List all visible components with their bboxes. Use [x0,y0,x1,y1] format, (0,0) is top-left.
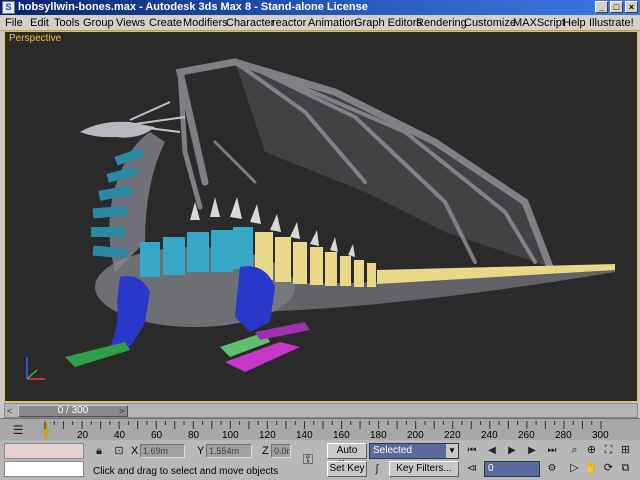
maxscript-listener-output[interactable] [4,443,84,459]
track-ticks [44,421,602,429]
y-coord-field[interactable]: 1.554m [206,444,252,458]
minimize-button[interactable]: _ [595,1,608,13]
status-prompt: Click and drag to select and move object… [93,466,279,477]
key-filters-button[interactable]: Key Filters... [389,461,459,477]
close-button[interactable]: × [625,1,638,13]
pan-icon[interactable]: ✋ [584,461,599,476]
z-label: Z [262,445,269,457]
axis-gizmo [26,357,45,380]
menu-edit[interactable]: Edit [30,16,49,30]
menu-create[interactable]: Create [149,16,182,30]
x-coord-field[interactable]: 1.69m [140,444,185,458]
time-slider-next-icon[interactable]: > [119,406,129,416]
menu-maxscript[interactable]: MAXScript [513,16,565,30]
key-mode-toggle-icon[interactable]: ⧏ [464,461,480,477]
menu-modifiers[interactable]: Modifiers [183,16,228,30]
dropdown-arrow-icon[interactable]: ▼ [446,444,458,458]
menu-graph-editors[interactable]: Graph Editors [354,16,422,30]
menu-help[interactable]: Help [563,16,586,30]
x-label: X [131,445,139,457]
menu-group[interactable]: Group [83,16,114,30]
key-mode-selected: Selected [373,445,412,456]
menu-file[interactable]: File [5,16,23,30]
y-label: Y [197,445,205,457]
menu-reactor[interactable]: reactor [272,16,306,30]
status-panel: 🔒︎ ⊡ X 1.69m Y 1.554m Z 0.0m ⚿ Click and… [0,440,640,480]
zoom-extents-icon[interactable]: ⛶ [601,443,616,458]
menu-bar: File Edit Tools Group Views Create Modif… [0,15,640,31]
time-slider-thumb[interactable]: 0 / 300 [18,405,128,417]
time-slider-prev-icon[interactable]: < [7,406,17,416]
menu-tools[interactable]: Tools [54,16,80,30]
maximize-button[interactable]: □ [610,1,623,13]
set-key-button[interactable]: Set Key [327,461,367,477]
go-to-end-icon[interactable]: ⏭ [544,443,560,459]
maxscript-listener-input[interactable] [4,461,84,477]
menu-rendering[interactable]: Rendering [416,16,467,30]
window-title: hobsyllwin-bones.max - Autodesk 3ds Max … [18,1,368,13]
foot-bones [65,322,310,372]
time-configuration-icon[interactable]: ⚙ [544,461,560,477]
zoom-extents-all-icon[interactable]: ⊞ [618,443,633,458]
play-icon[interactable]: ▶ [504,443,520,459]
track-bar[interactable]: ☰ 20 40 60 80 100 120 140 160 180 200 22… [0,418,640,441]
go-to-start-icon[interactable]: ⏮ [464,443,480,459]
menu-character[interactable]: Character [226,16,274,30]
zoom-icon[interactable]: ⌕ [567,443,582,458]
default-in-out-tangent-icon[interactable]: ∫ [370,462,384,476]
time-slider[interactable]: < 0 / 300 > [4,403,638,418]
current-frame-field[interactable]: 0 [484,461,540,477]
dragon-model[interactable] [5,32,638,402]
key-icon[interactable]: ⚿ [297,452,319,466]
menu-illustrate[interactable]: Illustrate! [589,16,634,30]
arc-rotate-icon[interactable]: ⟳ [601,461,616,476]
next-frame-icon[interactable]: ▶ [524,443,540,459]
auto-key-button[interactable]: Auto Key [327,443,367,470]
absolute-mode-icon[interactable]: ⊡ [112,444,126,458]
title-bar: S hobsyllwin-bones.max - Autodesk 3ds Ma… [0,0,640,15]
lock-icon[interactable]: 🔒︎ [92,444,106,458]
wing-membrane [235,62,550,267]
field-of-view-icon[interactable]: ▷ [567,461,582,476]
z-coord-field[interactable]: 0.0m [271,444,291,458]
zoom-all-icon[interactable]: ⊕ [584,443,599,458]
menu-customize[interactable]: Customize [464,16,516,30]
previous-frame-icon[interactable]: ◀ [484,443,500,459]
menu-views[interactable]: Views [116,16,145,30]
perspective-viewport[interactable]: Perspective [4,31,638,402]
maximize-viewport-icon[interactable]: ⧉ [618,461,633,476]
key-mode-dropdown[interactable]: Selected ▼ [369,443,459,459]
app-icon[interactable]: S [2,1,15,14]
menu-animation[interactable]: Animation [308,16,357,30]
